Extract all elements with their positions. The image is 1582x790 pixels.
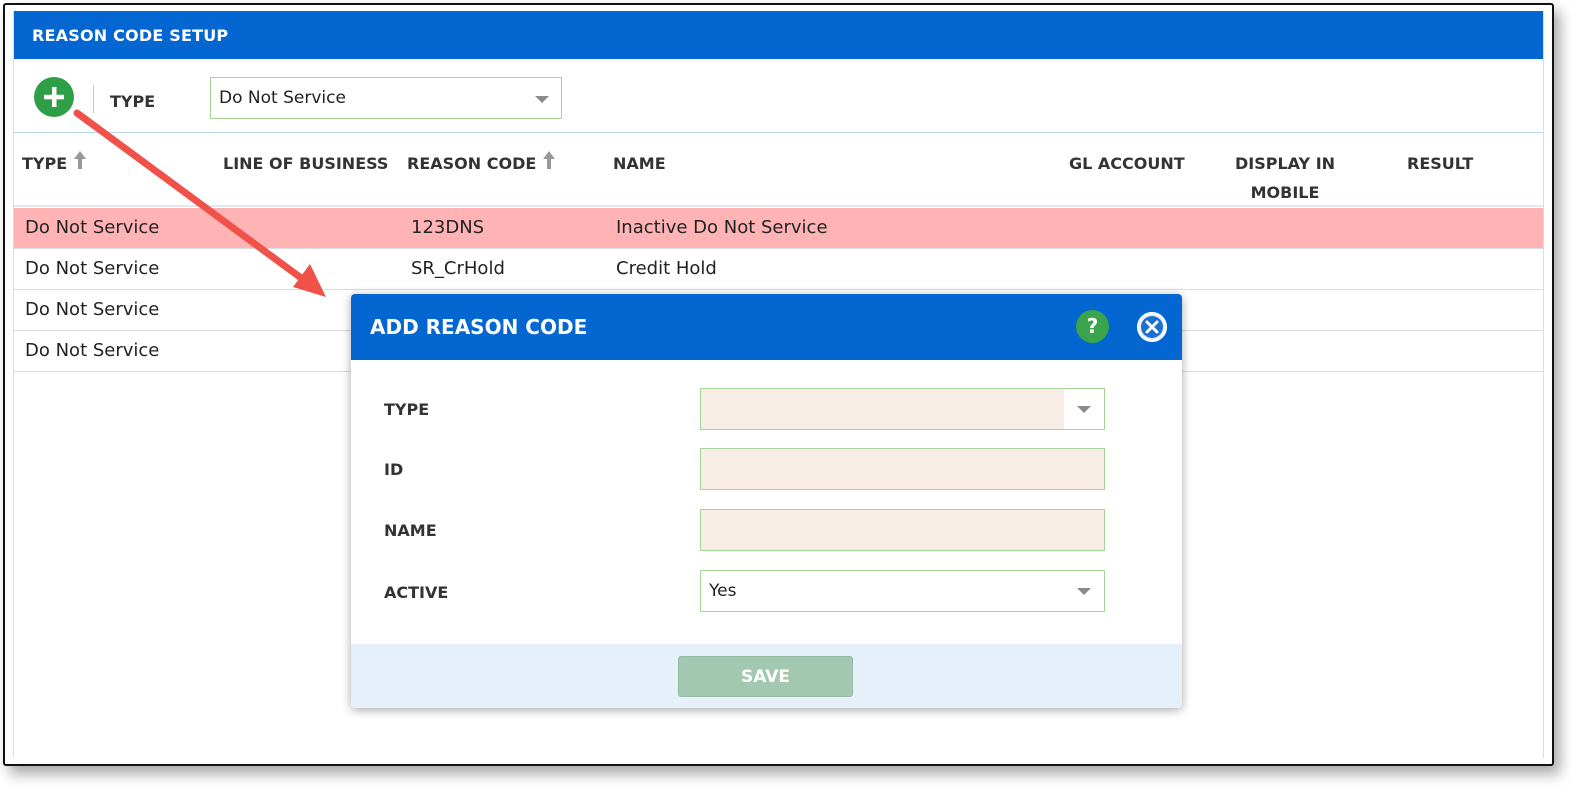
help-icon[interactable]: ? bbox=[1076, 310, 1109, 343]
id-field-label: ID bbox=[384, 460, 404, 479]
type-filter-label: TYPE bbox=[110, 92, 156, 111]
column-header-reason-code[interactable]: REASON CODE bbox=[407, 149, 556, 179]
add-reason-code-dialog: ADD REASON CODE ? TYPE ID NAME ACTIVE Ye… bbox=[351, 294, 1182, 708]
column-header-gl-account[interactable]: GL ACCOUNT bbox=[1069, 149, 1185, 178]
save-button[interactable]: SAVE bbox=[678, 656, 853, 697]
table-row[interactable]: Do Not Service 123DNS Inactive Do Not Se… bbox=[14, 208, 1543, 249]
active-field-label: ACTIVE bbox=[384, 583, 449, 602]
column-header-result[interactable]: RESULT bbox=[1407, 149, 1473, 178]
cell-reason-code: SR_CrHold bbox=[411, 258, 505, 279]
column-header-name[interactable]: NAME bbox=[613, 149, 666, 178]
type-field-label: TYPE bbox=[384, 400, 430, 419]
dialog-title: ADD REASON CODE bbox=[370, 315, 588, 339]
panel-header: REASON CODE SETUP bbox=[14, 11, 1543, 59]
active-select-value: Yes bbox=[709, 581, 737, 601]
cell-reason-code: 123DNS bbox=[411, 217, 485, 238]
cell-type: Do Not Service bbox=[25, 258, 160, 279]
cell-type: Do Not Service bbox=[25, 299, 160, 320]
sort-ascending-icon bbox=[73, 150, 87, 179]
table-row[interactable]: Do Not Service SR_CrHold Credit Hold bbox=[14, 249, 1543, 290]
type-filter-select[interactable]: Do Not Service bbox=[210, 77, 562, 119]
add-reason-code-button[interactable] bbox=[34, 77, 74, 117]
close-icon[interactable] bbox=[1137, 312, 1167, 342]
active-select[interactable]: Yes bbox=[700, 570, 1105, 612]
dialog-footer: SAVE bbox=[351, 644, 1182, 708]
cell-type: Do Not Service bbox=[25, 217, 160, 238]
type-select-toggle[interactable] bbox=[1064, 389, 1104, 429]
column-header-line-of-business[interactable]: LINE OF BUSINESS bbox=[223, 149, 388, 178]
cell-name: Inactive Do Not Service bbox=[616, 217, 828, 238]
id-input[interactable] bbox=[700, 448, 1105, 490]
cell-type: Do Not Service bbox=[25, 340, 160, 361]
page-title: REASON CODE SETUP bbox=[32, 26, 229, 45]
chevron-down-icon bbox=[1077, 406, 1091, 413]
name-input[interactable] bbox=[700, 509, 1105, 551]
column-header-type[interactable]: TYPE bbox=[22, 149, 87, 179]
cell-name: Credit Hold bbox=[616, 258, 717, 279]
column-header-display-in-mobile[interactable]: DISPLAY IN MOBILE bbox=[1235, 149, 1335, 207]
table-header: TYPE LINE OF BUSINESS REASON CODE NAME G… bbox=[14, 133, 1543, 207]
toolbar-divider bbox=[93, 85, 94, 113]
sort-ascending-icon bbox=[542, 150, 556, 179]
name-field-label: NAME bbox=[384, 521, 437, 540]
dialog-header: ADD REASON CODE ? bbox=[351, 294, 1182, 360]
toolbar: TYPE Do Not Service bbox=[14, 59, 1543, 133]
type-select[interactable] bbox=[700, 388, 1105, 430]
chevron-down-icon bbox=[535, 96, 549, 103]
plus-circle-icon bbox=[44, 87, 64, 107]
type-filter-value: Do Not Service bbox=[219, 88, 346, 108]
chevron-down-icon bbox=[1077, 588, 1091, 595]
